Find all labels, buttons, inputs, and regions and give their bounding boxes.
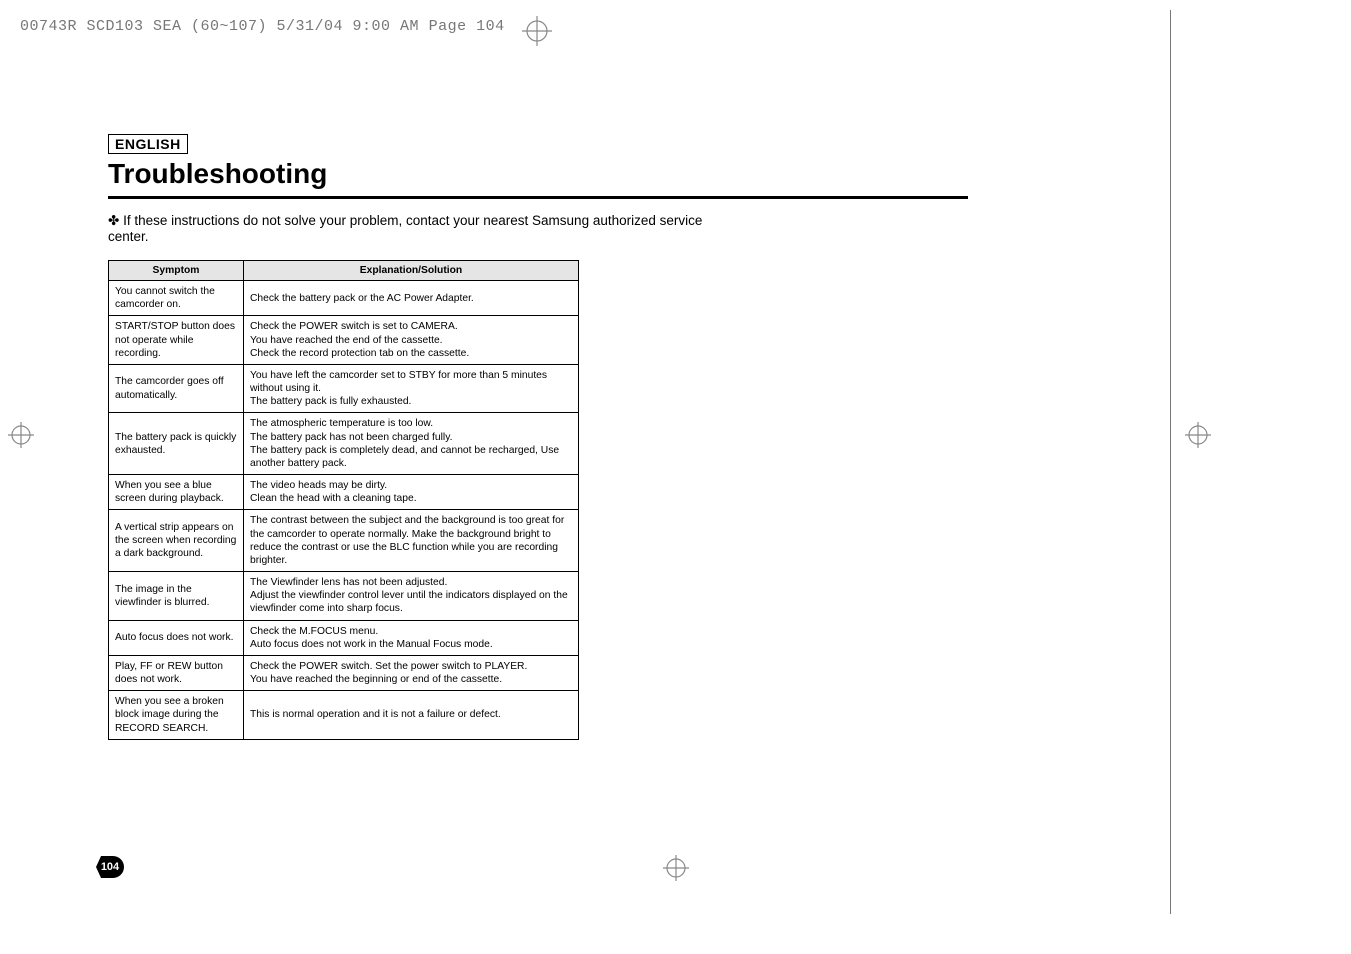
registration-mark-icon — [663, 855, 689, 881]
table-row: When you see a broken block image during… — [109, 691, 579, 740]
page-divider — [1170, 10, 1171, 914]
table-row: You cannot switch the camcorder on.Check… — [109, 281, 579, 316]
table-row: Auto focus does not work.Check the M.FOC… — [109, 620, 579, 655]
page-number-badge: 104 — [96, 856, 130, 878]
table-row: The battery pack is quickly exhausted.Th… — [109, 413, 579, 475]
table-row: The image in the viewfinder is blurred.T… — [109, 572, 579, 621]
cell-symptom: A vertical strip appears on the screen w… — [109, 510, 244, 572]
cell-explanation: This is normal operation and it is not a… — [244, 691, 579, 740]
cell-explanation: Check the POWER switch. Set the power sw… — [244, 655, 579, 690]
cell-explanation: You have left the camcorder set to STBY … — [244, 364, 579, 413]
cell-symptom: You cannot switch the camcorder on. — [109, 281, 244, 316]
table-row: Play, FF or REW button does not work.Che… — [109, 655, 579, 690]
header-symptom: Symptom — [109, 261, 244, 281]
cell-explanation: The atmospheric temperature is too low.T… — [244, 413, 579, 475]
intro-paragraph: ✤ If these instructions do not solve you… — [108, 213, 738, 244]
cell-explanation: The contrast between the subject and the… — [244, 510, 579, 572]
bullet-icon: ✤ — [108, 213, 119, 228]
registration-mark-icon — [522, 16, 552, 46]
cell-symptom: The image in the viewfinder is blurred. — [109, 572, 244, 621]
page-number: 104 — [96, 856, 124, 878]
title-rule — [108, 196, 968, 199]
cell-symptom: The battery pack is quickly exhausted. — [109, 413, 244, 475]
cell-symptom: When you see a broken block image during… — [109, 691, 244, 740]
cell-symptom: Auto focus does not work. — [109, 620, 244, 655]
header-explanation: Explanation/Solution — [244, 261, 579, 281]
table-row: A vertical strip appears on the screen w… — [109, 510, 579, 572]
page-title: Troubleshooting — [108, 158, 738, 190]
print-header: 00743R SCD103 SEA (60~107) 5/31/04 9:00 … — [20, 18, 505, 35]
troubleshooting-table: Symptom Explanation/Solution You cannot … — [108, 260, 579, 740]
table-header-row: Symptom Explanation/Solution — [109, 261, 579, 281]
table-row: START/STOP button does not operate while… — [109, 316, 579, 365]
cell-explanation: Check the POWER switch is set to CAMERA.… — [244, 316, 579, 365]
cell-explanation: The Viewfinder lens has not been adjuste… — [244, 572, 579, 621]
cell-explanation: Check the battery pack or the AC Power A… — [244, 281, 579, 316]
registration-mark-icon — [1185, 422, 1211, 448]
language-label: ENGLISH — [108, 134, 188, 154]
cell-symptom: When you see a blue screen during playba… — [109, 475, 244, 510]
table-row: When you see a blue screen during playba… — [109, 475, 579, 510]
table-row: The camcorder goes off automatically.You… — [109, 364, 579, 413]
cell-explanation: The video heads may be dirty.Clean the h… — [244, 475, 579, 510]
intro-text: If these instructions do not solve your … — [108, 213, 702, 244]
registration-mark-icon — [8, 422, 34, 448]
print-header-text: 00743R SCD103 SEA (60~107) 5/31/04 9:00 … — [20, 18, 505, 35]
cell-symptom: Play, FF or REW button does not work. — [109, 655, 244, 690]
cell-symptom: The camcorder goes off automatically. — [109, 364, 244, 413]
cell-symptom: START/STOP button does not operate while… — [109, 316, 244, 365]
cell-explanation: Check the M.FOCUS menu.Auto focus does n… — [244, 620, 579, 655]
